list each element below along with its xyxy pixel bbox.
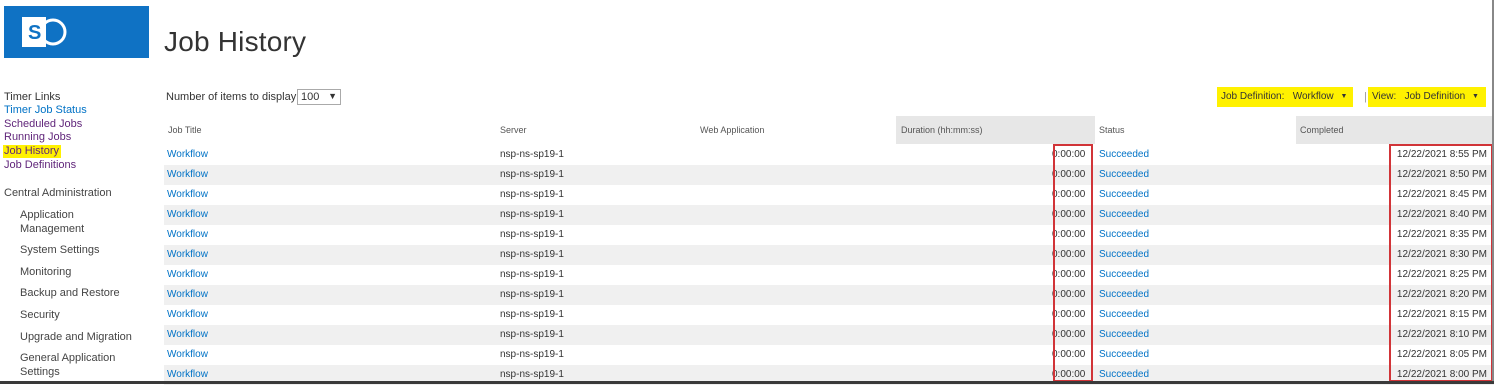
job-title-link[interactable]: Workflow	[167, 205, 208, 225]
column-header-web-application[interactable]: Web Application	[700, 116, 764, 144]
server-cell: nsp-ns-sp19-1	[500, 209, 564, 220]
server-cell: nsp-ns-sp19-1	[500, 309, 564, 320]
nav-item-application-management[interactable]: Application Management	[20, 208, 130, 236]
nav-item-job-definitions[interactable]: Job Definitions	[4, 159, 76, 172]
nav-item-central-administration[interactable]: Central Administration	[4, 187, 112, 200]
nav-item-timer-job-status[interactable]: Timer Job Status	[4, 104, 87, 117]
chevron-down-icon: ▼	[328, 91, 337, 101]
server-cell: nsp-ns-sp19-1	[500, 249, 564, 260]
column-header-status[interactable]: Status	[1099, 116, 1125, 144]
duration-highlight-box	[1053, 144, 1093, 382]
server-cell: nsp-ns-sp19-1	[500, 149, 564, 160]
status-link[interactable]: Succeeded	[1099, 225, 1149, 245]
job-title-link[interactable]: Workflow	[167, 345, 208, 365]
chevron-down-icon: ▼	[1340, 93, 1348, 100]
completed-highlight-box	[1389, 144, 1493, 382]
server-cell: nsp-ns-sp19-1	[500, 189, 564, 200]
view-filter[interactable]: View: Job Definition ▼	[1368, 87, 1486, 107]
nav-item-monitoring[interactable]: Monitoring	[20, 265, 71, 279]
table-row: Workflow nsp-ns-sp19-1 0:00:00 Succeeded 12/…	[164, 345, 1494, 365]
column-header-duration[interactable]: Duration (hh:mm:ss)	[896, 116, 1095, 144]
table-row: Workflow nsp-ns-sp19-1 0:00:00 Succeeded 12/…	[164, 185, 1494, 205]
table-row: Workflow nsp-ns-sp19-1 0:00:00 Succeeded 12/…	[164, 325, 1494, 345]
status-link[interactable]: Succeeded	[1099, 325, 1149, 345]
job-definition-filter[interactable]: Job Definition: Workflow ▼	[1217, 87, 1353, 107]
table-row: Workflow nsp-ns-sp19-1 0:00:00 Succeeded 12/…	[164, 285, 1494, 305]
sharepoint-logo-icon[interactable]: S	[4, 6, 149, 58]
table-row: Workflow nsp-ns-sp19-1 0:00:00 Succeeded 12/…	[164, 205, 1494, 225]
status-link[interactable]: Succeeded	[1099, 185, 1149, 205]
status-link[interactable]: Succeeded	[1099, 265, 1149, 285]
table-row: Workflow nsp-ns-sp19-1 0:00:00 Succeeded 12/…	[164, 305, 1494, 325]
nav-item-security[interactable]: Security	[20, 308, 60, 322]
nav-item-general-application-settings[interactable]: General Application Settings	[20, 351, 130, 379]
nav-item-upgrade-and-migration[interactable]: Upgrade and Migration	[20, 330, 132, 344]
nav-item-system-settings[interactable]: System Settings	[20, 243, 99, 257]
status-link[interactable]: Succeeded	[1099, 205, 1149, 225]
status-link[interactable]: Succeeded	[1099, 285, 1149, 305]
table-row: Workflow nsp-ns-sp19-1 0:00:00 Succeeded 12/…	[164, 225, 1494, 245]
nav-heading-timer-links: Timer Links	[4, 91, 61, 103]
job-title-link[interactable]: Workflow	[167, 305, 208, 325]
table-row: Workflow nsp-ns-sp19-1 0:00:00 Succeeded 12/…	[164, 165, 1494, 185]
status-link[interactable]: Succeeded	[1099, 145, 1149, 165]
job-title-link[interactable]: Workflow	[167, 165, 208, 185]
server-cell: nsp-ns-sp19-1	[500, 229, 564, 240]
view-filter-label: View:	[1372, 91, 1397, 102]
status-link[interactable]: Succeeded	[1099, 165, 1149, 185]
job-title-link[interactable]: Workflow	[167, 185, 208, 205]
table-row: Workflow nsp-ns-sp19-1 0:00:00 Succeeded 12/…	[164, 145, 1494, 165]
job-title-link[interactable]: Workflow	[167, 265, 208, 285]
svg-text:S: S	[28, 22, 41, 44]
job-title-link[interactable]: Workflow	[167, 325, 208, 345]
server-cell: nsp-ns-sp19-1	[500, 289, 564, 300]
page-title: Job History	[164, 26, 307, 57]
status-link[interactable]: Succeeded	[1099, 305, 1149, 325]
nav-item-scheduled-jobs[interactable]: Scheduled Jobs	[4, 118, 82, 131]
job-definition-filter-label: Job Definition:	[1221, 91, 1285, 102]
items-to-display-label: Number of items to display:	[166, 91, 300, 103]
server-cell: nsp-ns-sp19-1	[500, 269, 564, 280]
nav-item-job-history[interactable]: Job History	[3, 145, 62, 158]
column-header-completed[interactable]: Completed	[1296, 116, 1492, 144]
status-link[interactable]: Succeeded	[1099, 345, 1149, 365]
chevron-down-icon: ▼	[1472, 93, 1479, 100]
table-row: Workflow nsp-ns-sp19-1 0:00:00 Succeeded 12/…	[164, 265, 1494, 285]
server-cell: nsp-ns-sp19-1	[500, 169, 564, 180]
job-title-link[interactable]: Workflow	[167, 145, 208, 165]
items-to-display-value: 100	[301, 91, 320, 103]
filter-separator: |	[1364, 91, 1367, 103]
job-definition-filter-value: Workflow	[1292, 91, 1334, 102]
job-title-link[interactable]: Workflow	[167, 225, 208, 245]
server-cell: nsp-ns-sp19-1	[500, 329, 564, 340]
nav-item-backup-and-restore[interactable]: Backup and Restore	[20, 286, 120, 300]
job-title-link[interactable]: Workflow	[167, 245, 208, 265]
view-filter-value: Job Definition	[1404, 91, 1466, 102]
column-header-job-title[interactable]: Job Title	[168, 116, 202, 144]
nav-item-running-jobs[interactable]: Running Jobs	[4, 131, 71, 144]
job-title-link[interactable]: Workflow	[167, 285, 208, 305]
status-link[interactable]: Succeeded	[1099, 245, 1149, 265]
server-cell: nsp-ns-sp19-1	[500, 349, 564, 360]
items-to-display-select[interactable]: 100 ▼	[297, 89, 341, 105]
table-row: Workflow nsp-ns-sp19-1 0:00:00 Succeeded 12/…	[164, 245, 1494, 265]
column-header-server[interactable]: Server	[500, 116, 527, 144]
